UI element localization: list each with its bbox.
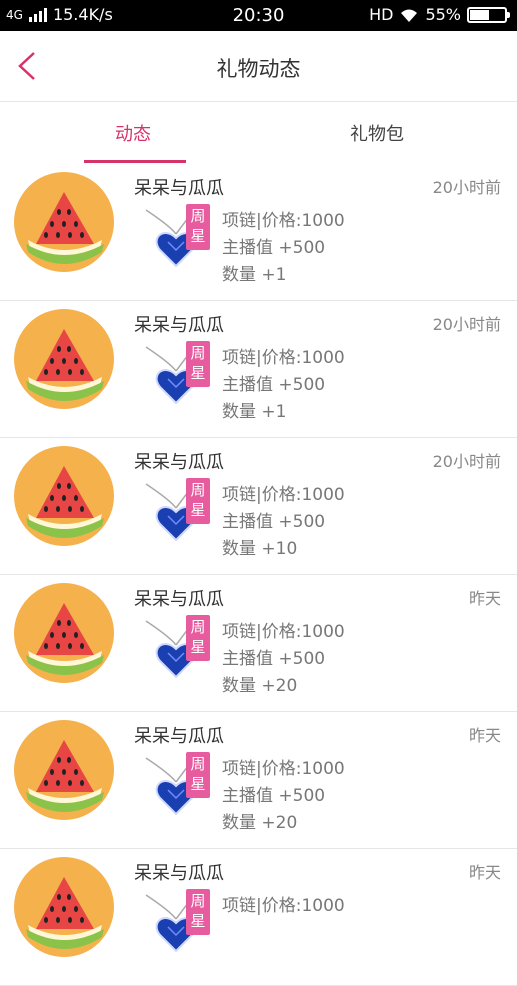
status-right: HD 55% bbox=[369, 5, 510, 24]
weekly-star-badge: 周星 bbox=[186, 752, 210, 798]
gift-price: 项链|价格:1000 bbox=[222, 759, 345, 779]
battery-icon bbox=[467, 6, 510, 23]
avatar[interactable] bbox=[14, 309, 114, 409]
avatar[interactable] bbox=[14, 172, 114, 272]
weekly-star-badge: 周星 bbox=[186, 204, 210, 250]
gift-quantity: 数量 +20 bbox=[222, 813, 298, 833]
status-bar: 4G 15.4K/s 20:30 HD 55% bbox=[0, 0, 517, 31]
timestamp: 昨天 bbox=[468, 863, 501, 882]
wifi-icon bbox=[401, 9, 418, 22]
anchor-value: 主播值 +500 bbox=[222, 512, 326, 532]
timestamp: 20小时前 bbox=[432, 315, 501, 334]
list-item[interactable]: 呆呆与瓜瓜 20小时前 周星 项链|价格:1000 主播值 +500 数量 +1 bbox=[0, 164, 517, 301]
user-name: 呆呆与瓜瓜 bbox=[134, 178, 224, 199]
weekly-star-badge: 周星 bbox=[186, 478, 210, 524]
weekly-star-badge: 周星 bbox=[186, 615, 210, 661]
list-item[interactable]: 呆呆与瓜瓜 昨天 周星 项链|价格:1000 主播值 +500 数量 +20 bbox=[0, 575, 517, 712]
watermelon-icon bbox=[26, 740, 104, 812]
timestamp: 昨天 bbox=[468, 589, 501, 608]
user-name: 呆呆与瓜瓜 bbox=[134, 315, 224, 336]
gift-price: 项链|价格:1000 bbox=[222, 348, 345, 368]
battery-percent: 55% bbox=[425, 5, 461, 24]
gift-price: 项链|价格:1000 bbox=[222, 622, 345, 642]
gift-price: 项链|价格:1000 bbox=[222, 896, 345, 916]
watermelon-icon bbox=[26, 877, 104, 949]
watermelon-icon bbox=[26, 603, 104, 675]
timestamp: 20小时前 bbox=[432, 178, 501, 197]
avatar[interactable] bbox=[14, 583, 114, 683]
gift-price: 项链|价格:1000 bbox=[222, 485, 345, 505]
gift-quantity: 数量 +10 bbox=[222, 539, 298, 559]
timestamp: 20小时前 bbox=[432, 452, 501, 471]
tab-gift-pack[interactable]: 礼物包 bbox=[350, 120, 404, 146]
gift-activity-list: 呆呆与瓜瓜 20小时前 周星 项链|价格:1000 主播值 +500 数量 +1 bbox=[0, 164, 517, 986]
watermelon-icon bbox=[26, 329, 104, 401]
weekly-star-badge: 周星 bbox=[186, 341, 210, 387]
list-item[interactable]: 呆呆与瓜瓜 昨天 周星 项链|价格:1000 主播值 +500 数量 +20 bbox=[0, 712, 517, 849]
anchor-value: 主播值 +500 bbox=[222, 375, 326, 395]
tab-activity[interactable]: 动态 bbox=[115, 120, 151, 146]
anchor-value: 主播值 +500 bbox=[222, 786, 326, 806]
gift-price: 项链|价格:1000 bbox=[222, 211, 345, 231]
active-tab-indicator bbox=[84, 160, 186, 163]
avatar[interactable] bbox=[14, 857, 114, 957]
watermelon-icon bbox=[26, 192, 104, 264]
page-title: 礼物动态 bbox=[216, 57, 301, 81]
user-name: 呆呆与瓜瓜 bbox=[134, 589, 224, 610]
user-name: 呆呆与瓜瓜 bbox=[134, 452, 224, 473]
avatar[interactable] bbox=[14, 446, 114, 546]
timestamp: 昨天 bbox=[468, 726, 501, 745]
tab-bar: 动态 礼物包 bbox=[0, 102, 517, 165]
list-item[interactable]: 呆呆与瓜瓜 20小时前 周星 项链|价格:1000 主播值 +500 数量 +1… bbox=[0, 438, 517, 575]
weekly-star-badge: 周星 bbox=[186, 889, 210, 935]
list-item[interactable]: 呆呆与瓜瓜 20小时前 周星 项链|价格:1000 主播值 +500 数量 +1 bbox=[0, 301, 517, 438]
gift-quantity: 数量 +20 bbox=[222, 676, 298, 696]
list-item[interactable]: 呆呆与瓜瓜 昨天 周星 项链|价格:1000 bbox=[0, 849, 517, 986]
anchor-value: 主播值 +500 bbox=[222, 649, 326, 669]
anchor-value: 主播值 +500 bbox=[222, 238, 326, 258]
user-name: 呆呆与瓜瓜 bbox=[134, 726, 224, 747]
avatar[interactable] bbox=[14, 720, 114, 820]
gift-quantity: 数量 +1 bbox=[222, 402, 287, 422]
watermelon-icon bbox=[26, 466, 104, 538]
title-bar: 礼物动态 bbox=[0, 31, 517, 102]
user-name: 呆呆与瓜瓜 bbox=[134, 863, 224, 884]
gift-quantity: 数量 +1 bbox=[222, 265, 287, 285]
hd-label: HD bbox=[369, 5, 394, 24]
